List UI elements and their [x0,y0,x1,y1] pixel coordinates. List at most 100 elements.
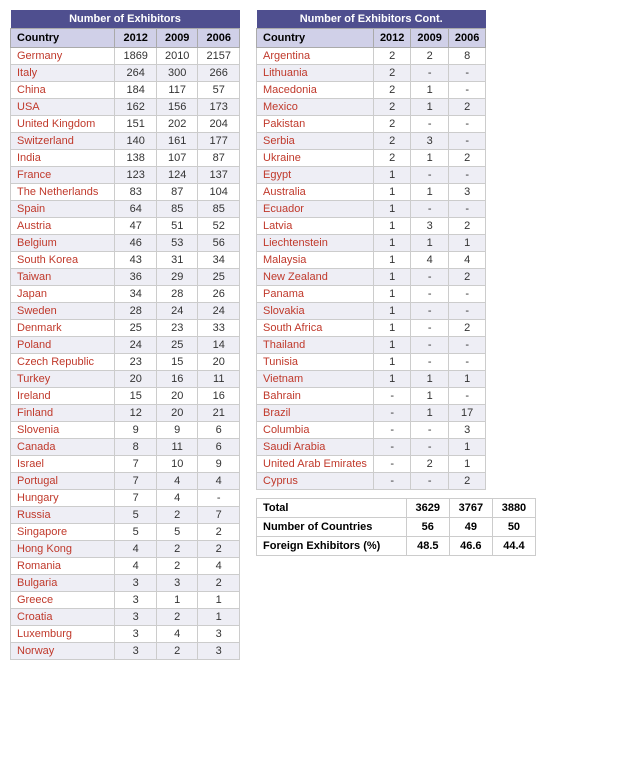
year-value: 4 [115,558,157,575]
country-name: Latvia [257,218,374,235]
left-table-row: Norway323 [11,643,240,660]
year-value: 5 [115,524,157,541]
country-name: Columbia [257,422,374,439]
year-value: 9 [115,422,157,439]
year-value: - [411,65,448,82]
year-value: 9 [198,456,240,473]
left-table-row: France123124137 [11,167,240,184]
year-value: 87 [156,184,198,201]
right-table-row: Latvia132 [257,218,486,235]
year-value: 1 [373,303,410,320]
right-table-row: Thailand1-- [257,337,486,354]
year-value: - [411,439,448,456]
year-value: 2 [373,48,410,65]
year-value: 3 [448,422,485,439]
summary-value: 3629 [406,499,449,518]
country-name: Canada [11,439,115,456]
year-value: 28 [156,286,198,303]
year-value: 12 [115,405,157,422]
right-table-row: Slovakia1-- [257,303,486,320]
year-value: 4 [411,252,448,269]
year-value: - [411,167,448,184]
year-value: 8 [115,439,157,456]
year-value: 31 [156,252,198,269]
year-value: 1 [373,269,410,286]
left-table-row: USA162156173 [11,99,240,116]
year-value: 24 [115,337,157,354]
country-name: Germany [11,48,115,65]
right-table-container: Number of Exhibitors Cont.Country2012200… [256,10,536,660]
year-value: 9 [156,422,198,439]
year-value: 8 [448,48,485,65]
country-name: Ecuador [257,201,374,218]
year-value: 3 [115,626,157,643]
country-name: Czech Republic [11,354,115,371]
year-value: 51 [156,218,198,235]
country-name: Portugal [11,473,115,490]
left-table-row: Poland242514 [11,337,240,354]
left-table-row: China18411757 [11,82,240,99]
year-value: - [411,422,448,439]
year-value: - [411,286,448,303]
country-name: Malaysia [257,252,374,269]
country-name: Bulgaria [11,575,115,592]
right-main-header: Number of Exhibitors Cont. [257,10,486,29]
country-name: Slovenia [11,422,115,439]
left-col-header-0: Country [11,29,115,48]
right-table-row: Ecuador1-- [257,201,486,218]
country-name: Ireland [11,388,115,405]
year-value: 123 [115,167,157,184]
year-value: 156 [156,99,198,116]
year-value: - [448,354,485,371]
year-value: 140 [115,133,157,150]
year-value: 2 [373,150,410,167]
left-col-header-2: 2009 [156,29,198,48]
year-value: 3 [156,575,198,592]
country-name: Macedonia [257,82,374,99]
year-value: 3 [448,184,485,201]
year-value: 1 [373,354,410,371]
country-name: France [11,167,115,184]
year-value: - [411,354,448,371]
country-name: Sweden [11,303,115,320]
year-value: 7 [198,507,240,524]
left-table-row: United Kingdom151202204 [11,116,240,133]
year-value: - [448,82,485,99]
right-table-row: New Zealand1-2 [257,269,486,286]
right-table-row: Serbia23- [257,133,486,150]
country-name: Ukraine [257,150,374,167]
year-value: 2 [156,541,198,558]
year-value: 161 [156,133,198,150]
year-value: 83 [115,184,157,201]
summary-value: 48.5 [406,537,449,556]
country-name: Argentina [257,48,374,65]
year-value: 52 [198,218,240,235]
right-table-row: Saudi Arabia--1 [257,439,486,456]
country-name: Poland [11,337,115,354]
year-value: 28 [115,303,157,320]
year-value: 117 [156,82,198,99]
year-value: 124 [156,167,198,184]
year-value: 264 [115,65,157,82]
year-value: 33 [198,320,240,337]
left-table-row: India13810787 [11,150,240,167]
year-value: 11 [156,439,198,456]
year-value: - [448,303,485,320]
right-table-row: Liechtenstein111 [257,235,486,252]
year-value: 5 [156,524,198,541]
country-name: Brazil [257,405,374,422]
country-name: Israel [11,456,115,473]
year-value: - [448,388,485,405]
right-col-header-2: 2009 [411,29,448,48]
country-name: Belgium [11,235,115,252]
right-table-row: Panama1-- [257,286,486,303]
year-value: 184 [115,82,157,99]
year-value: - [411,320,448,337]
year-value: 4 [156,473,198,490]
year-value: 2 [198,541,240,558]
right-table-row: Egypt1-- [257,167,486,184]
summary-label: Total [257,499,407,518]
country-name: Thailand [257,337,374,354]
year-value: 2 [156,643,198,660]
year-value: 7 [115,473,157,490]
